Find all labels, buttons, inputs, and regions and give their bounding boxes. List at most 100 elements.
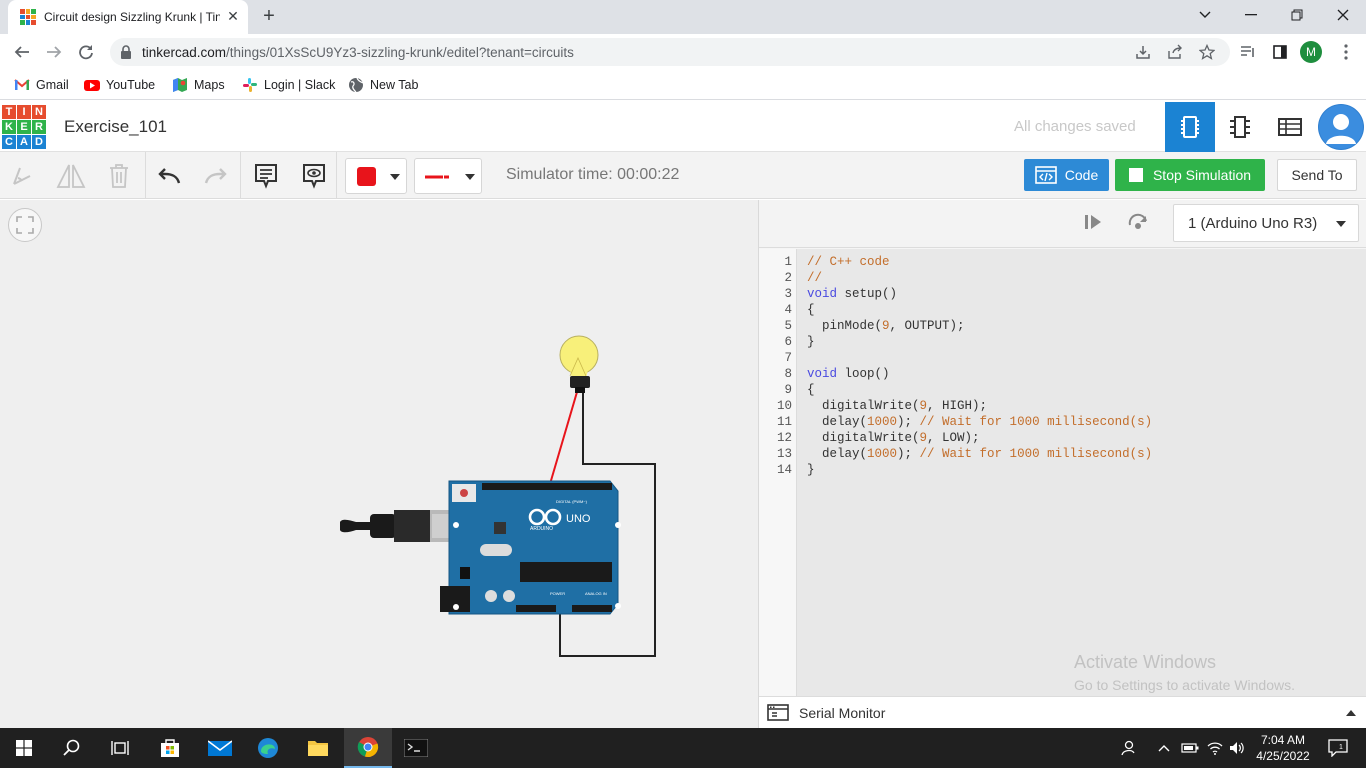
bookmark-gmail[interactable]: Gmail [14,76,69,94]
code-line[interactable]: } [807,463,815,477]
code-editor[interactable]: 1 2 3 4 5 6 7 8 9 10 11 12 13 14 // C++ code//void se… [759,249,1366,696]
action-center-button[interactable]: 1 [1318,728,1358,768]
notes-button[interactable] [250,160,282,192]
battery-status[interactable] [1178,728,1202,768]
store-app[interactable] [146,728,194,768]
undo-button[interactable] [153,160,185,192]
code-line[interactable]: delay(1000); // Wait for 1000 millisecon… [807,415,1152,429]
install-app-icon[interactable] [1134,43,1152,61]
edge-app[interactable] [244,728,292,768]
toggle-notes-visibility-button[interactable] [298,160,330,192]
wire-style-picker[interactable] [414,158,482,194]
volume-control[interactable] [1226,728,1248,768]
tab-search-icon[interactable] [1182,0,1228,30]
bookmark-youtube[interactable]: YouTube [84,76,155,94]
bookmark-slack[interactable]: Login | Slack [242,76,335,94]
project-title[interactable]: Exercise_101 [64,117,167,137]
logo-letter: D [32,135,46,149]
light-bulb[interactable] [559,335,599,393]
code-line[interactable]: digitalWrite(9, HIGH); [807,399,987,413]
mirror-tool-button[interactable] [55,160,87,192]
rotate-tool-button[interactable] [6,160,38,192]
bookmark-new-tab[interactable]: New Tab [348,76,418,94]
code-line[interactable]: void loop() [807,367,890,381]
task-view-icon [111,741,129,755]
more-menu-icon[interactable] [1334,40,1358,64]
code-line[interactable]: delay(1000); // Wait for 1000 millisecon… [807,447,1152,461]
minimize-window-icon[interactable] [1228,0,1274,30]
forward-arrow-icon[interactable] [42,40,66,64]
analog-pins-label: ANALOG IN [585,591,607,596]
close-tab-icon[interactable]: ✕ [224,7,242,25]
play-step-icon [1085,215,1101,229]
search-button[interactable] [48,728,96,768]
start-button[interactable] [0,728,48,768]
new-tab-button[interactable]: + [258,6,280,28]
rotate-icon [13,167,31,185]
code-line[interactable]: { [807,303,815,317]
serial-monitor-bar[interactable]: Serial Monitor [759,696,1366,728]
circuit-canvas[interactable]: UNO ARDUINO DIGITAL (PWM~) POWER ANALOG … [0,200,758,728]
code-line[interactable]: digitalWrite(9, LOW); [807,431,980,445]
chrome-app[interactable] [344,728,392,768]
url-text[interactable]: tinkercad.com/things/01XsScU9Yz3-sizzlin… [142,45,574,60]
clock[interactable]: 7:04 AM 4/25/2022 [1248,732,1318,764]
circuit-view-button[interactable] [1165,102,1215,152]
stop-simulation-button[interactable]: Stop Simulation [1115,159,1265,191]
reading-list-icon[interactable] [1236,40,1260,64]
device-select[interactable]: 1 (Arduino Uno R3) [1173,204,1359,242]
restore-window-icon[interactable] [1274,0,1320,30]
lock-icon[interactable] [120,45,132,59]
tinkercad-logo[interactable]: T I N K E R C A D [2,105,46,149]
serial-monitor-icon [767,704,789,721]
tab-title: Circuit design Sizzling Krunk | Tin [44,10,220,24]
code-editor-icon [1034,166,1057,184]
eye-note-icon [303,164,325,189]
editor-toolbar: Simulator time: 00:00:22 Code Stop Simul… [0,152,1366,199]
show-hidden-icons-button[interactable] [1152,728,1176,768]
browser-tab[interactable]: Circuit design Sizzling Krunk | Tin ✕ [8,0,248,34]
file-explorer-app[interactable] [294,728,342,768]
redo-arrow-icon [204,168,227,184]
board-brand: ARDUINO [530,526,553,532]
reload-icon[interactable] [74,40,98,64]
bookmark-maps[interactable]: Maps [172,76,225,94]
address-bar[interactable]: tinkercad.com/things/01XsScU9Yz3-sizzlin… [110,38,1230,66]
code-line[interactable]: pinMode(9, OUTPUT); [807,319,965,333]
restart-debug-button[interactable] [1127,213,1151,235]
bookmark-star-icon[interactable] [1198,43,1216,61]
code-line[interactable]: } [807,335,815,349]
chevron-up-icon[interactable] [1346,710,1356,716]
network-status[interactable] [1203,728,1227,768]
code-line[interactable]: // [807,271,822,285]
code-button[interactable]: Code [1024,159,1109,191]
mail-app[interactable] [196,728,244,768]
delete-button[interactable] [103,160,135,192]
url-path: /things/01XsScU9Yz3-sizzling-krunk/edite… [226,45,574,60]
send-to-button[interactable]: Send To [1277,159,1357,191]
people-button[interactable] [1110,728,1146,768]
logo-letter: T [2,105,16,119]
chevron-down-icon [465,174,475,180]
code-line[interactable]: void setup() [807,287,897,301]
circuit-view-icon [1181,116,1199,138]
redo-button[interactable] [200,160,232,192]
url-host: tinkercad.com [142,45,227,60]
code-line[interactable]: { [807,383,815,397]
step-debug-button[interactable] [1083,213,1107,235]
wire-color-picker[interactable] [345,158,407,194]
signal-wire[interactable] [549,391,578,485]
profile-avatar[interactable]: M [1300,41,1322,63]
terminal-app[interactable] [392,728,440,768]
code-lines[interactable]: // C++ code // void setup() { pinMode(9, OU… [759,249,1366,696]
side-panel-icon[interactable] [1268,40,1292,64]
task-view-button[interactable] [96,728,144,768]
close-window-icon[interactable] [1320,0,1366,30]
user-avatar[interactable] [1318,104,1364,150]
share-icon[interactable] [1166,43,1184,61]
schematic-view-button[interactable] [1215,102,1265,152]
back-arrow-icon[interactable] [10,40,34,64]
arduino-board[interactable]: UNO ARDUINO DIGITAL (PWM~) POWER ANALOG … [440,480,621,615]
code-line[interactable]: // C++ code [807,255,890,269]
components-list-button[interactable] [1265,102,1315,152]
